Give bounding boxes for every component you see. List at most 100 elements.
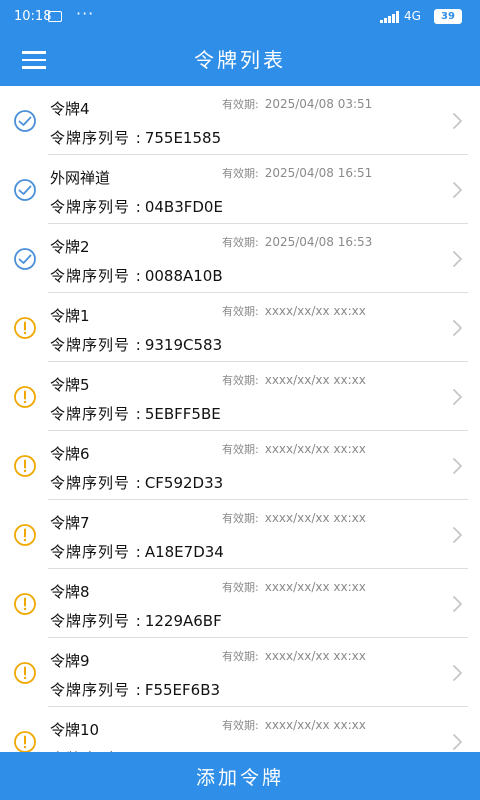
token-list[interactable]: 令牌4 有效期: 2025/04/08 03:51 令牌序列号 :755E1585 外网… — [0, 86, 480, 752]
serial-value: 5EBFF5BE — [144, 405, 221, 423]
token-expiry: 有效期: 2025/04/08 16:51 — [222, 165, 372, 181]
expiry-label: 有效期: — [222, 236, 259, 249]
serial-label: 令牌序列号 : — [50, 267, 142, 285]
expiry-value: xxxx/xx/xx xx:xx — [264, 580, 366, 594]
chevron-right-icon — [450, 319, 464, 337]
expiry-value: xxxx/xx/xx xx:xx — [264, 442, 366, 456]
expiry-value: xxxx/xx/xx xx:xx — [264, 373, 366, 387]
token-row[interactable]: 令牌1 有效期: xxxx/xx/xx xx:xx 令牌序列号 :9319C583 — [0, 293, 480, 362]
chevron-right-icon — [450, 526, 464, 544]
serial-value: F55EF6B3 — [144, 681, 221, 699]
token-name: 令牌10 — [50, 721, 100, 739]
token-row[interactable]: 令牌7 有效期: xxxx/xx/xx xx:xx 令牌序列号 : A18E7D34 — [0, 500, 480, 569]
warning-exclamation-icon — [13, 592, 37, 616]
token-expiry: 有效期: xxxx/xx/xx xx:xx — [222, 372, 366, 388]
token-expiry: 有效期: xxxx/xx/xx xx:xx — [222, 303, 366, 319]
chevron-right-icon — [450, 250, 464, 268]
warning-exclamation-icon — [13, 730, 37, 752]
token-row[interactable]: 令牌5 有效期: xxxx/xx/xx xx:xx 令牌序列号 :5EBFF5BE — [0, 362, 480, 431]
serial-value: CF592D33 — [144, 474, 224, 492]
token-name: 令牌4 — [50, 100, 90, 118]
token-name: 令牌6 — [50, 445, 90, 463]
token-expiry: 有效期: xxxx/xx/xx xx:xx — [222, 648, 366, 664]
warning-exclamation-icon — [13, 661, 37, 685]
battery-icon: 39 — [434, 9, 462, 24]
serial-label: 令牌序列号 : — [50, 198, 142, 216]
expiry-label: 有效期: — [222, 305, 259, 318]
expiry-value: xxxx/xx/xx xx:xx — [264, 511, 366, 525]
token-name: 令牌2 — [50, 238, 90, 256]
token-row[interactable]: 令牌10有效期:xxxx/xx/xx xx:xx令牌序列号 :66E81E3B — [0, 707, 480, 752]
chevron-right-icon — [450, 457, 464, 475]
token-serial: 令牌序列号 :5EBFF5BE — [50, 403, 221, 424]
expiry-value: xxxx/xx/xx xx:xx — [264, 718, 366, 732]
serial-label: 令牌序列号 : — [50, 336, 142, 354]
token-expiry: 有效期: xxxx/xx/xx xx:xx — [222, 717, 366, 733]
token-name: 令牌1 — [50, 307, 90, 325]
page-title: 令牌列表 — [194, 48, 286, 72]
token-name: 令牌9 — [50, 652, 90, 670]
token-serial: 令牌序列号 :04B3FD0E — [50, 196, 223, 217]
warning-exclamation-icon — [13, 523, 37, 547]
token-name: 令牌8 — [50, 583, 90, 601]
token-serial: 令牌序列号 : CF592D33 — [50, 472, 223, 493]
serial-value: 04B3FD0E — [144, 198, 223, 216]
expiry-label: 有效期: — [222, 650, 259, 663]
expiry-label: 有效期: — [222, 512, 259, 525]
menu-icon[interactable] — [22, 51, 46, 69]
token-row[interactable]: 令牌9 有效期: xxxx/xx/xx xx:xx 令牌序列号 : F55EF6B3 — [0, 638, 480, 707]
token-serial: 令牌序列号 :0088A10B — [50, 265, 223, 286]
warning-exclamation-icon — [13, 316, 37, 340]
expiry-label: 有效期: — [222, 581, 259, 594]
chevron-right-icon — [450, 388, 464, 406]
token-expiry: 有效期: 2025/04/08 03:51 — [222, 96, 372, 112]
token-row[interactable]: 令牌4 有效期: 2025/04/08 03:51 令牌序列号 :755E1585 — [0, 86, 480, 155]
expiry-value: xxxx/xx/xx xx:xx — [264, 649, 366, 663]
token-row[interactable]: 外网禅道 有效期: 2025/04/08 16:51 令牌序列号 :04B3FD0E — [0, 155, 480, 224]
token-serial: 令牌序列号 : A18E7D34 — [50, 541, 224, 562]
chevron-right-icon — [450, 181, 464, 199]
token-row[interactable]: 令牌6 有效期: xxxx/xx/xx xx:xx 令牌序列号 : CF592D33 — [0, 431, 480, 500]
token-expiry: 有效期: xxxx/xx/xx xx:xx — [222, 441, 366, 457]
message-icon — [48, 11, 62, 22]
valid-check-icon — [13, 247, 37, 271]
serial-value: A18E7D34 — [144, 543, 224, 561]
token-serial: 令牌序列号 :1229A6BF — [50, 610, 222, 631]
token-row[interactable]: 令牌2 有效期: 2025/04/08 16:53 令牌序列号 :0088A10B — [0, 224, 480, 293]
token-name: 令牌5 — [50, 376, 90, 394]
expiry-value: 2025/04/08 03:51 — [264, 97, 373, 111]
app-bar: 令牌列表 — [0, 34, 480, 86]
serial-value: 0088A10B — [144, 267, 223, 285]
token-serial: 令牌序列号 :755E1585 — [50, 127, 221, 148]
expiry-label: 有效期: — [222, 167, 259, 180]
expiry-label: 有效期: — [222, 98, 259, 111]
serial-label: 令牌序列号 : — [50, 543, 142, 561]
serial-value: 1229A6BF — [144, 612, 222, 630]
status-time: 10:18 — [14, 9, 52, 24]
expiry-label: 有效期: — [222, 719, 259, 732]
token-expiry: 有效期: xxxx/xx/xx xx:xx — [222, 510, 366, 526]
add-token-button[interactable]: 添加令牌 — [0, 752, 480, 800]
expiry-value: xxxx/xx/xx xx:xx — [264, 304, 366, 318]
serial-label: 令牌序列号 : — [50, 474, 142, 492]
warning-exclamation-icon — [13, 454, 37, 478]
serial-value: 755E1585 — [144, 129, 222, 147]
serial-label: 令牌序列号 : — [50, 612, 142, 630]
token-name: 令牌7 — [50, 514, 90, 532]
serial-label: 令牌序列号 : — [50, 405, 142, 423]
valid-check-icon — [13, 178, 37, 202]
chevron-right-icon — [450, 112, 464, 130]
token-serial: 令牌序列号 :9319C583 — [50, 334, 222, 355]
token-expiry: 有效期: 2025/04/08 16:53 — [222, 234, 372, 250]
chevron-right-icon — [450, 595, 464, 613]
token-expiry: 有效期: xxxx/xx/xx xx:xx — [222, 579, 366, 595]
serial-label: 令牌序列号 : — [50, 681, 142, 699]
serial-value: 9319C583 — [144, 336, 223, 354]
signal-icon — [380, 11, 400, 23]
status-bar: 10:18 ··· 4G 39 — [0, 0, 480, 34]
expiry-label: 有效期: — [222, 443, 259, 456]
more-notifications-icon: ··· — [76, 4, 95, 23]
token-row[interactable]: 令牌8 有效期: xxxx/xx/xx xx:xx 令牌序列号 :1229A6BF — [0, 569, 480, 638]
token-name: 外网禅道 — [50, 169, 111, 187]
valid-check-icon — [13, 109, 37, 133]
